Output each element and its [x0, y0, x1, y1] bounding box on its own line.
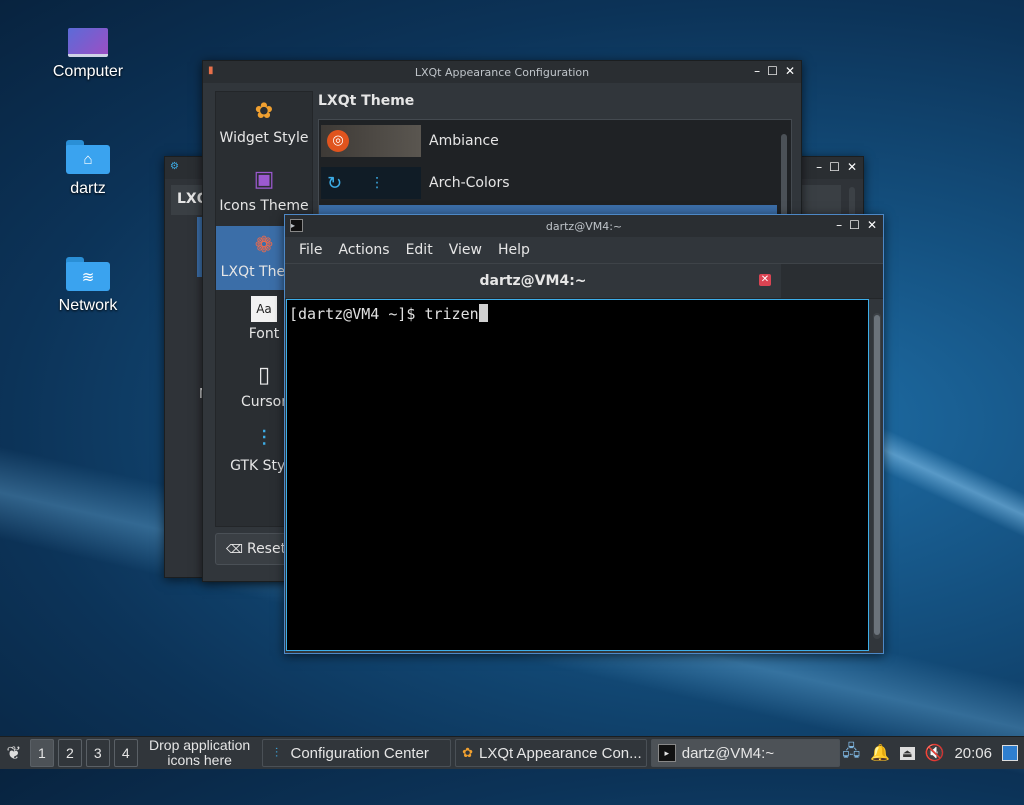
menu-edit[interactable]: Edit	[398, 242, 441, 258]
maximize-icon[interactable]: ☐	[849, 218, 860, 232]
window-title: LXQt Appearance Configuration	[414, 65, 590, 79]
tab-close-icon[interactable]: ✕	[759, 274, 771, 286]
sidebar-item-label: Font	[248, 326, 280, 342]
scrollbar-thumb[interactable]	[874, 315, 880, 635]
desktop-icon-label: Network	[58, 297, 118, 314]
eject-icon[interactable]: ⏏	[900, 746, 915, 760]
window-controls: – ☐ ✕	[816, 160, 857, 174]
typed-command: trizen	[424, 305, 479, 323]
theme-row-arch-colors[interactable]: ↻ ⋮ Arch-Colors	[319, 163, 777, 203]
terminal-output[interactable]: [dartz@VM4 ~]$ trizen	[286, 299, 869, 651]
main-menu-icon[interactable]: ❦	[0, 739, 28, 767]
terminal-line: [dartz@VM4 ~]$ trizen	[287, 300, 868, 327]
tab-title: dartz@VM4:~	[479, 273, 587, 289]
section-heading: LXQt Theme	[318, 93, 415, 109]
window-controls: – ☐ ✕	[836, 218, 877, 232]
theme-thumbnail: ◎	[321, 125, 421, 157]
terminal-scrollbar[interactable]	[873, 313, 881, 639]
network-icon[interactable]: 🖧	[842, 740, 860, 767]
sidebar-item-label: Widget Style	[219, 130, 309, 146]
desktop-icon-label: dartz	[70, 180, 106, 197]
taskbar: ❦ 1 2 3 4 Drop application icons here ⫶ …	[0, 736, 1024, 769]
sliders-icon: ⫶	[261, 426, 267, 452]
workspace-4[interactable]: 4	[113, 739, 138, 767]
tab-bar: dartz@VM4:~ ✕	[285, 263, 883, 299]
terminal-tab[interactable]: dartz@VM4:~	[285, 264, 781, 298]
show-desktop-icon[interactable]	[1002, 745, 1018, 761]
window-controls: – ☐ ✕	[754, 64, 795, 78]
monitor-icon: ▣	[253, 166, 275, 192]
system-tray: 🖧 🔔 ⏏ 🔇 20:06	[842, 740, 1024, 767]
quicklaunch-placeholder: Drop application icons here	[149, 737, 251, 768]
lxqt-logo-icon: ↻	[327, 172, 343, 194]
terminal-icon: ▸	[657, 744, 676, 762]
workspace-1[interactable]: 1	[29, 739, 54, 767]
task-label: Configuration Center	[290, 744, 429, 762]
minimize-icon[interactable]: –	[816, 160, 822, 174]
palette-icon: ❁	[254, 232, 274, 258]
theme-row-ambiance[interactable]: ◎ Ambiance	[319, 121, 777, 161]
reset-label: Reset	[246, 541, 287, 557]
menu-actions[interactable]: Actions	[330, 242, 397, 258]
ubuntu-logo-icon: ◎	[327, 130, 349, 152]
terminal-window[interactable]: ▸ dartz@VM4:~ – ☐ ✕ File Actions Edit Vi…	[284, 214, 884, 654]
window-title: dartz@VM4:~	[545, 219, 623, 233]
theme-name: Ambiance	[429, 133, 499, 149]
text-cursor	[478, 304, 488, 322]
desktop-icon-home[interactable]: ⌂ dartz	[33, 140, 143, 198]
app-icon: ⚙	[170, 161, 179, 172]
sidebar-item-label: Cursor	[240, 394, 288, 410]
workspace-3[interactable]: 3	[85, 739, 110, 767]
menu-bar: File Actions Edit View Help	[285, 237, 883, 263]
network-folder-icon: ≋	[66, 257, 110, 291]
task-configuration-center[interactable]: ⫶ Configuration Center	[261, 739, 452, 767]
window-titlebar[interactable]: ▸ dartz@VM4:~ – ☐ ✕	[285, 215, 883, 237]
volume-muted-icon[interactable]: 🔇	[925, 743, 945, 763]
theme-name: Arch-Colors	[429, 175, 510, 191]
menu-help[interactable]: Help	[490, 242, 538, 258]
desktop-icon-computer[interactable]: Computer	[33, 28, 143, 81]
backspace-icon: ⌫	[226, 542, 243, 556]
notification-bell-icon[interactable]: 🔔	[870, 743, 890, 763]
menu-view[interactable]: View	[441, 242, 490, 258]
task-appearance-config[interactable]: ✿ LXQt Appearance Con...	[455, 739, 647, 767]
shell-prompt: [dartz@VM4 ~]$	[289, 305, 425, 323]
clock[interactable]: 20:06	[954, 745, 992, 762]
task-label: LXQt Appearance Con...	[479, 744, 642, 762]
workspace-2[interactable]: 2	[57, 739, 82, 767]
window-titlebar[interactable]: ▮ LXQt Appearance Configuration – ☐ ✕	[203, 61, 801, 83]
search-box[interactable]	[801, 185, 841, 215]
close-icon[interactable]: ✕	[847, 160, 857, 174]
desktop-icon-network[interactable]: ≋ Network	[33, 257, 143, 315]
font-icon: Aa	[251, 296, 277, 322]
theme-thumbnail: ↻ ⋮	[321, 167, 421, 199]
config-center-icon: ⫶	[274, 745, 279, 760]
sidebar-item-widget-style[interactable]: ✿ Widget Style	[216, 92, 312, 156]
maximize-icon[interactable]: ☐	[767, 64, 778, 78]
menu-file[interactable]: File	[291, 242, 330, 258]
task-label: dartz@VM4:~	[681, 744, 775, 762]
home-folder-icon: ⌂	[66, 140, 110, 174]
minimize-icon[interactable]: –	[754, 64, 760, 78]
minimize-icon[interactable]: –	[836, 218, 842, 232]
mouse-icon: ▯	[257, 362, 271, 388]
widget-style-icon: ✿	[254, 98, 274, 124]
lxqt-app-icon: ✿	[462, 745, 474, 760]
task-terminal[interactable]: ▸ dartz@VM4:~	[650, 739, 841, 767]
close-icon[interactable]: ✕	[785, 64, 795, 78]
close-icon[interactable]: ✕	[867, 218, 877, 232]
desktop-icon-label: Computer	[52, 63, 124, 80]
maximize-icon[interactable]: ☐	[829, 160, 840, 174]
sidebar-item-label: Icons Theme	[219, 198, 309, 214]
computer-icon	[68, 28, 108, 57]
